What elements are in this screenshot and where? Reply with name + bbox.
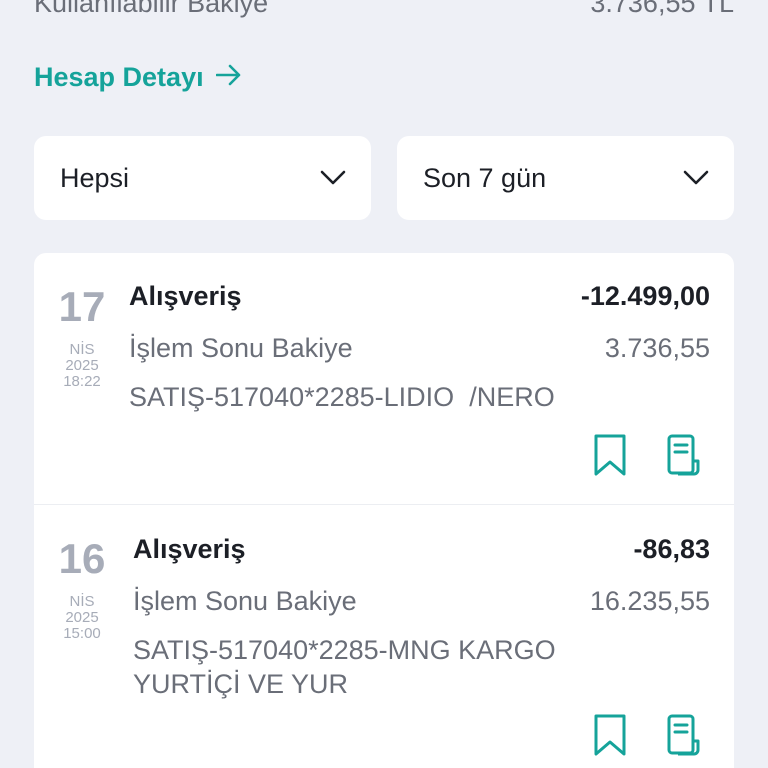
account-detail-link[interactable]: Hesap Detayı [34, 62, 242, 93]
chevron-down-icon [319, 163, 347, 194]
transaction-amount: -12.499,00 [580, 281, 710, 311]
arrow-right-icon [215, 62, 242, 93]
end-balance-label: İşlem Sonu Bakiye [129, 333, 353, 363]
transaction-time: 15:00 [63, 625, 101, 642]
receipt-icon[interactable] [664, 713, 704, 757]
transaction-item[interactable]: 17 NİS 2025 18:22 Alışveriş -12.499,00 İ… [34, 253, 734, 505]
bookmark-icon[interactable] [590, 433, 630, 477]
transaction-description: SATIŞ-517040*2285-LIDIO /NERO [129, 382, 555, 412]
receipt-icon[interactable] [664, 433, 704, 477]
transaction-month: NİS [69, 341, 95, 358]
available-balance-label: Kullanılabilir Bakiye [34, 0, 269, 18]
end-balance-value: 16.235,55 [589, 586, 710, 616]
transactions-list: 17 NİS 2025 18:22 Alışveriş -12.499,00 İ… [34, 253, 734, 768]
transaction-description: SATIŞ-517040*2285-MNG KARGO YURTİÇİ VE Y… [133, 635, 556, 699]
transaction-amount: -86,83 [633, 534, 710, 564]
transaction-type-value: Hepsi [60, 162, 130, 193]
transaction-item[interactable]: 16 NİS 2025 15:00 Alışveriş -86,83 İşlem… [34, 506, 734, 768]
bookmark-icon[interactable] [590, 713, 630, 757]
end-balance-label: İşlem Sonu Bakiye [133, 586, 357, 616]
transaction-title: Alışveriş [129, 281, 242, 311]
transaction-month: NİS [69, 593, 95, 610]
date-range-filter[interactable]: Son 7 gün [397, 136, 734, 220]
page: Kullanılabilir Bakiye 3.736,55 TL Hesap … [0, 0, 768, 768]
transaction-day: 17 [58, 283, 106, 330]
end-balance-value: 3.736,55 [604, 333, 710, 363]
account-detail-label: Hesap Detayı [34, 62, 204, 92]
transaction-time: 18:22 [63, 373, 101, 390]
transaction-type-filter[interactable]: Hepsi [34, 136, 371, 220]
transaction-date: 16 NİS 2025 15:00 [34, 538, 130, 642]
transaction-year: 2025 [65, 357, 99, 374]
transaction-title: Alışveriş [133, 534, 246, 564]
date-range-value: Son 7 gün [423, 162, 547, 193]
available-balance-row: Kullanılabilir Bakiye 3.736,55 TL [34, 0, 734, 20]
transaction-day: 16 [58, 535, 106, 582]
available-balance-value: 3.736,55 TL [590, 0, 734, 18]
chevron-down-icon [682, 163, 710, 194]
transaction-date: 17 NİS 2025 18:22 [34, 286, 130, 390]
transaction-year: 2025 [65, 609, 99, 626]
